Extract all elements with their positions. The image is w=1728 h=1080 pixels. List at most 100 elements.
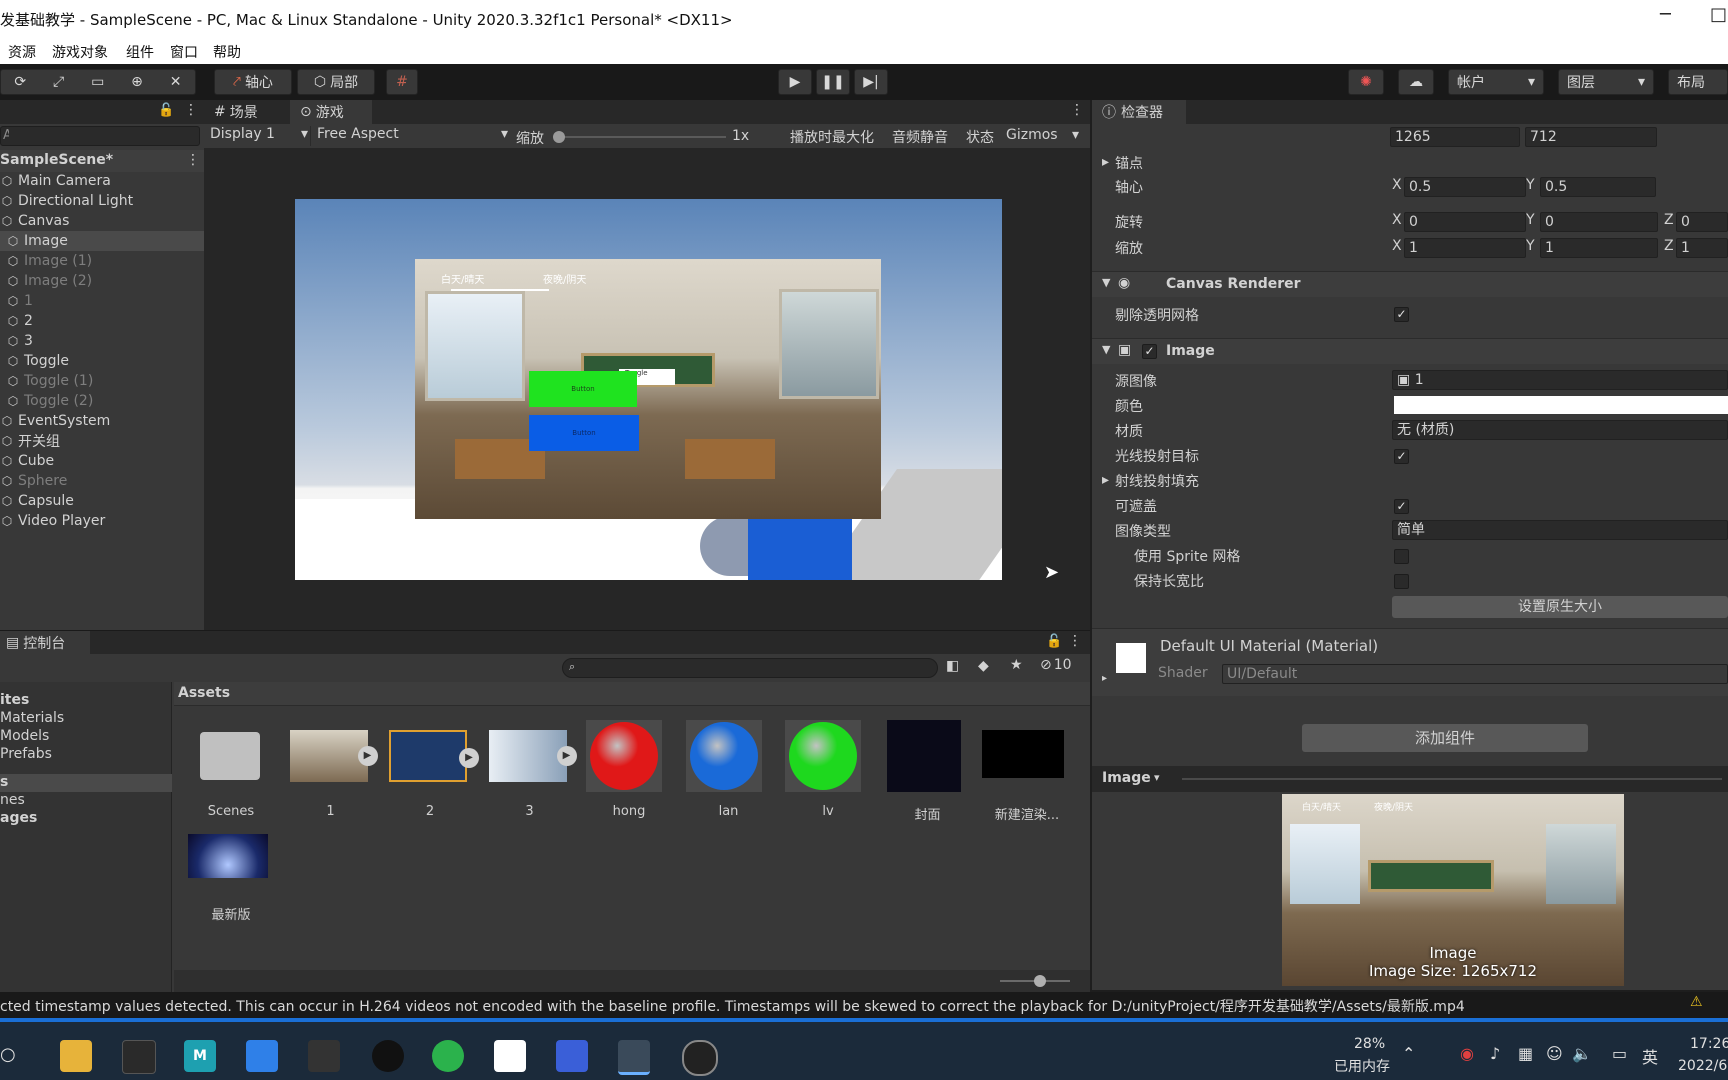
hierarchy-item[interactable]: ⬡ Image: [0, 231, 210, 251]
project-sidebar-item[interactable]: ages: [0, 810, 172, 828]
volume-icon[interactable]: 🔈: [1572, 1044, 1592, 1063]
chevron-up-icon[interactable]: ⌃: [1402, 1044, 1415, 1063]
hierarchy-item[interactable]: ⬡ Canvas: [0, 211, 204, 231]
wifi-icon[interactable]: ▭: [1612, 1044, 1627, 1063]
aspect-dropdown[interactable]: Free Aspect ▾: [310, 126, 508, 146]
filter-by-type-icon[interactable]: ◧: [946, 658, 959, 674]
lock-icon[interactable]: 🔓: [158, 103, 174, 118]
display-dropdown[interactable]: Display 1 ▾: [210, 126, 308, 146]
use-sprite-mesh-checkbox[interactable]: [1394, 549, 1409, 564]
grid-snap-button[interactable]: #: [386, 69, 418, 95]
icon-size-slider[interactable]: [1000, 975, 1070, 987]
hierarchy-item[interactable]: ⬡ Toggle (1): [0, 371, 210, 391]
toggle-day-label[interactable]: 白天/晴天: [441, 271, 484, 286]
material-field[interactable]: 无 (材质): [1392, 420, 1728, 440]
foldout-arrow-icon[interactable]: ▸: [1102, 673, 1107, 684]
warning-icon[interactable]: ⚠: [1690, 994, 1703, 1010]
network-app-icon[interactable]: ▦: [1518, 1044, 1533, 1063]
scale-z-field[interactable]: 1: [1676, 238, 1728, 258]
blue-button[interactable]: Button: [529, 415, 639, 451]
foldout-arrow-icon[interactable]: ▸: [1102, 472, 1109, 488]
favorite-star-icon[interactable]: ★: [1010, 657, 1023, 673]
width-field[interactable]: 1265: [1390, 127, 1520, 147]
app-m-icon[interactable]: M: [184, 1040, 216, 1072]
project-sidebar-item[interactable]: Prefabs: [0, 746, 172, 764]
raycast-target-checkbox[interactable]: ✓: [1394, 449, 1409, 464]
hierarchy-item[interactable]: ⬡ Sphere: [0, 471, 204, 491]
image-enabled-checkbox[interactable]: ✓: [1142, 344, 1157, 359]
hierarchy-item[interactable]: ⬡ 开关组: [0, 431, 204, 451]
menu-component[interactable]: 组件: [126, 42, 154, 62]
asset-item[interactable]: lan: [684, 718, 774, 824]
stats-toggle[interactable]: 状态: [966, 127, 994, 147]
asset-item[interactable]: Scenes: [186, 718, 276, 824]
hierarchy-item[interactable]: ⬡ 1: [0, 291, 210, 311]
preview-header[interactable]: Image ▾: [1092, 766, 1728, 792]
asset-item[interactable]: 封面: [883, 718, 973, 824]
hierarchy-item[interactable]: ⬡ Image (1): [0, 251, 210, 271]
icon-size-slider-thumb[interactable]: [1034, 975, 1046, 987]
qq-icon[interactable]: [372, 1040, 404, 1072]
project-sidebar-item[interactable]: s: [0, 774, 172, 792]
baidu-netdisk-icon[interactable]: [494, 1040, 526, 1072]
lock-icon[interactable]: 🔓: [1046, 634, 1062, 649]
hierarchy-item[interactable]: ⬡ Cube: [0, 451, 204, 471]
breadcrumb-assets[interactable]: Assets: [178, 685, 230, 701]
scale-y-field[interactable]: 1: [1540, 238, 1658, 258]
hierarchy-item[interactable]: ⬡ Directional Light: [0, 191, 204, 211]
qq-tray-icon[interactable]: ☺: [1546, 1044, 1563, 1063]
custom-tool-icon[interactable]: ✕: [170, 74, 182, 90]
asset-item[interactable]: 新建渲染...: [982, 718, 1072, 824]
unity-icon[interactable]: [308, 1040, 340, 1072]
hierarchy-item[interactable]: ⬡ 2: [0, 311, 210, 331]
gizmos-toggle[interactable]: Gizmos: [1006, 127, 1058, 143]
scale-x-field[interactable]: 1: [1404, 238, 1526, 258]
wechat-icon[interactable]: [432, 1040, 464, 1072]
asset-item[interactable]: ▶ 1: [286, 718, 378, 824]
color-swatch[interactable]: [1394, 396, 1728, 414]
local-toggle[interactable]: ⬡ 局部: [297, 69, 375, 95]
maximize-on-play-toggle[interactable]: 播放时最大化: [790, 127, 874, 147]
rotation-x-field[interactable]: 0: [1404, 212, 1526, 232]
collab-button[interactable]: ✺: [1348, 69, 1384, 95]
project-sidebar-item[interactable]: nes: [0, 792, 172, 810]
image-type-dropdown[interactable]: 简单: [1392, 520, 1728, 540]
source-image-field[interactable]: ▣ 1: [1392, 370, 1728, 390]
play-button[interactable]: ▶: [778, 69, 812, 95]
pivot-toggle[interactable]: ⤤ 轴心: [214, 69, 292, 95]
unity-hub-icon[interactable]: [122, 1040, 156, 1074]
preserve-aspect-checkbox[interactable]: [1394, 574, 1409, 589]
tab-scene[interactable]: # 场景: [204, 100, 282, 124]
tab-console[interactable]: ▤ 控制台: [0, 631, 90, 655]
layers-dropdown[interactable]: 图层 ▾: [1558, 69, 1654, 95]
scale-slider-thumb[interactable]: [553, 131, 565, 143]
scene-header[interactable]: SampleScene* ⋮: [0, 150, 204, 172]
menu-assets[interactable]: 资源: [8, 42, 36, 62]
asset-item[interactable]: ▶ 3: [485, 718, 577, 824]
hierarchy-item[interactable]: ⬡ 3: [0, 331, 210, 351]
rotation-z-field[interactable]: 0: [1676, 212, 1728, 232]
hierarchy-item[interactable]: ⬡ Toggle (2): [0, 391, 210, 411]
tab-inspector[interactable]: ⓘ 检查器: [1092, 100, 1186, 124]
project-sidebar-item[interactable]: Models: [0, 728, 172, 746]
pivot-x-field[interactable]: 0.5: [1404, 177, 1526, 197]
asset-item[interactable]: hong: [584, 718, 674, 824]
hierarchy-item[interactable]: ⬡ Capsule: [0, 491, 204, 511]
photos-icon[interactable]: [556, 1040, 588, 1072]
more-menu-icon[interactable]: ⋮: [184, 102, 198, 118]
image-component-header[interactable]: ▼ ▣ ✓ Image: [1092, 338, 1728, 364]
project-sidebar-item[interactable]: ites: [0, 692, 172, 710]
project-sidebar-item[interactable]: Materials: [0, 710, 172, 728]
scene-menu-icon[interactable]: ⋮: [186, 152, 200, 168]
scale-tool-icon[interactable]: ⤢: [53, 74, 64, 90]
ime-indicator[interactable]: 英: [1642, 1044, 1658, 1068]
menu-gameobject[interactable]: 游戏对象: [52, 42, 108, 62]
hierarchy-item[interactable]: ⬡ EventSystem: [0, 411, 204, 431]
chevron-down-icon[interactable]: ▾: [1072, 127, 1079, 143]
hierarchy-item[interactable]: ⬡ Video Player: [0, 511, 204, 531]
transform-tool-icon[interactable]: ⊕: [131, 74, 143, 90]
asset-item[interactable]: ▶ 2: [385, 718, 479, 824]
scale-slider[interactable]: [553, 131, 726, 143]
hierarchy-search-input[interactable]: All: [0, 126, 200, 146]
mute-audio-toggle[interactable]: 音频静音: [892, 127, 948, 147]
